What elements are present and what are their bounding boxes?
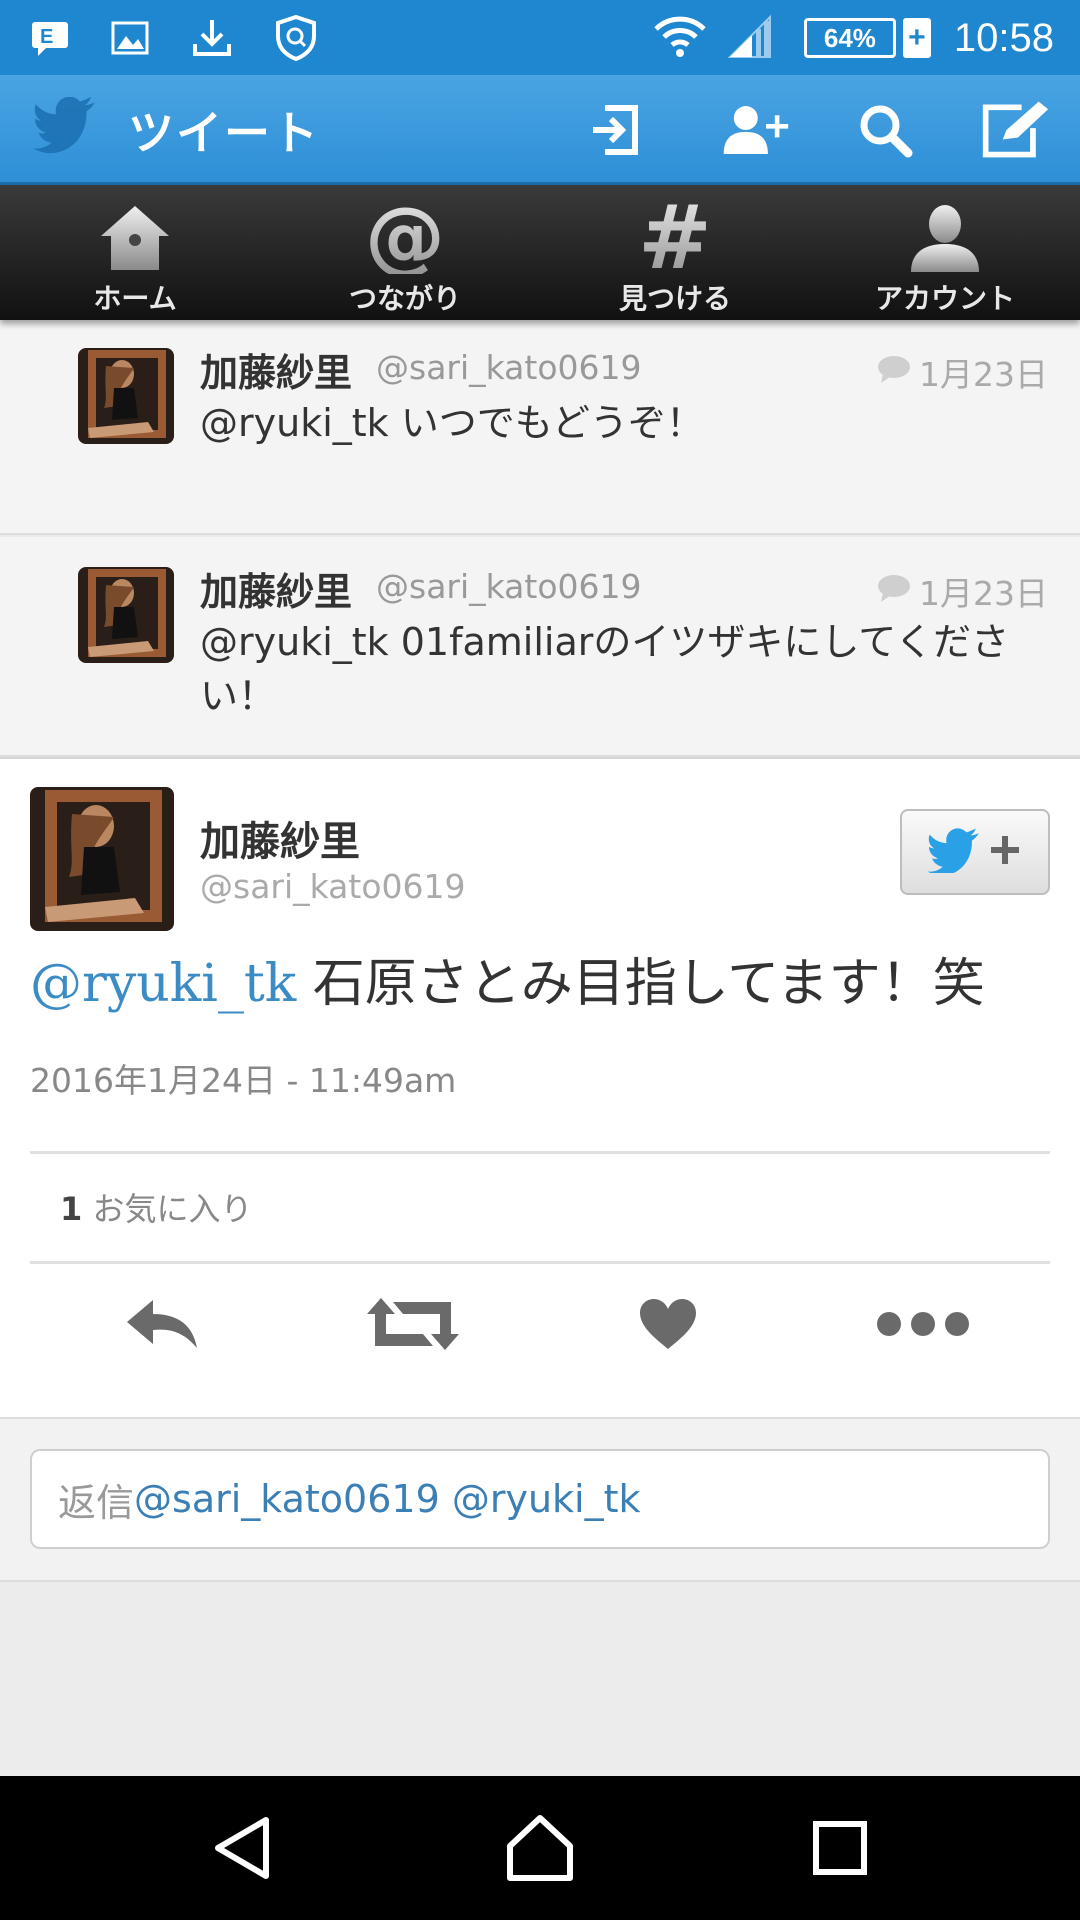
tweet-timestamp: 2016年1月24日 - 11:49am <box>30 1061 457 1100</box>
tweet-date-text: 1月23日 <box>919 355 1048 394</box>
search-icon[interactable] <box>850 97 920 163</box>
author-name: 加藤紗里 <box>200 570 353 614</box>
at-icon: @ <box>365 199 445 277</box>
divider <box>30 1261 1050 1264</box>
retweet-icon[interactable] <box>358 1279 468 1369</box>
account-icon <box>905 199 985 277</box>
twitter-bird-icon <box>927 827 982 877</box>
svg-text:@: @ <box>365 202 445 274</box>
battery-indicator: 64% + <box>803 18 931 58</box>
main-tweet: 加藤紗里 @sari_kato0619 @ryuki_tk 石原さとみ目指してま… <box>0 757 1080 1417</box>
notification-icons: E <box>30 14 318 66</box>
author-name: 加藤紗里 <box>200 819 360 865</box>
conversation-tweet[interactable]: 加藤紗里 @sari_kato0619 1月23日 @ryuki_tk いつでも… <box>0 320 1080 535</box>
charging-icon: + <box>902 18 931 58</box>
tab-label: アカウント <box>874 282 1015 315</box>
tab-account[interactable]: アカウント <box>810 185 1080 320</box>
compose-icon[interactable] <box>980 97 1050 163</box>
reply-bubble-icon <box>877 572 911 611</box>
back-icon[interactable] <box>192 1806 292 1890</box>
tab-bar: ホーム @ つながり # 見つける アカウント <box>0 185 1080 320</box>
reply-input[interactable]: 返信 @sari_kato0619 @ryuki_tk <box>30 1449 1050 1549</box>
status-bar: E 64% + 10:58 <box>0 0 1080 75</box>
signal-icon <box>726 13 774 63</box>
divider <box>30 1151 1050 1154</box>
tweet-text: @ryuki_tk 01familiarのイツザキにしてください！ <box>200 620 1010 718</box>
shield-icon <box>274 14 318 66</box>
reply-area: 返信 @sari_kato0619 @ryuki_tk <box>0 1417 1080 1582</box>
tab-label: 見つける <box>618 282 731 315</box>
tab-label: つながり <box>348 282 461 315</box>
sign-in-icon[interactable] <box>580 97 650 163</box>
favorite-label: お気に入り <box>82 1190 253 1228</box>
favorites-count[interactable]: 1 お気に入り <box>60 1184 252 1230</box>
author-handle: @sari_kato0619 <box>376 567 642 606</box>
avatar[interactable] <box>78 567 174 663</box>
action-bar: ツイート <box>0 75 1080 185</box>
recent-apps-icon[interactable] <box>790 1806 890 1890</box>
follow-button[interactable] <box>900 809 1050 895</box>
wifi-icon <box>652 13 708 63</box>
twitter-bird-icon[interactable] <box>30 96 100 161</box>
avatar[interactable] <box>30 787 174 931</box>
message-notification-icon: E <box>30 18 70 62</box>
tweet-date-text: 1月23日 <box>919 574 1048 613</box>
tweet-date: 1月23日 <box>877 348 1048 396</box>
home-nav-icon[interactable] <box>490 1806 590 1890</box>
plus-icon <box>988 833 1022 871</box>
favorite-heart-icon[interactable] <box>613 1279 723 1369</box>
reply-prefix: 返信 <box>58 1480 135 1525</box>
mention-link[interactable]: @ryuki_tk <box>30 954 296 1014</box>
author-handle: @sari_kato0619 <box>200 867 466 906</box>
navigation-bar <box>0 1776 1080 1920</box>
battery-percent: 64% <box>823 22 876 53</box>
tweet-body: 石原さとみ目指してます！笑 <box>296 954 985 1014</box>
favorite-number: 1 <box>60 1190 83 1228</box>
tab-discover[interactable]: # 見つける <box>540 185 810 320</box>
tab-connect[interactable]: @ つながり <box>270 185 540 320</box>
avatar[interactable] <box>78 348 174 444</box>
home-icon <box>95 199 175 277</box>
reply-bubble-icon <box>877 353 911 392</box>
more-options-icon[interactable] <box>868 1279 978 1369</box>
author-handle: @sari_kato0619 <box>376 348 642 387</box>
tab-home[interactable]: ホーム <box>0 185 270 320</box>
svg-text:E: E <box>40 26 53 48</box>
clock: 10:58 <box>953 15 1054 60</box>
svg-text:#: # <box>638 202 712 274</box>
download-icon <box>190 16 234 64</box>
conversation-tweet[interactable]: 加藤紗里 @sari_kato0619 1月23日 @ryuki_tk 01fa… <box>0 537 1080 757</box>
tweet-text: @ryuki_tk いつでもどうぞ！ <box>200 401 704 445</box>
add-user-icon[interactable] <box>720 97 790 163</box>
image-notification-icon <box>110 18 150 62</box>
reply-handles: @sari_kato0619 @ryuki_tk <box>134 1477 641 1521</box>
tweet-text: @ryuki_tk 石原さとみ目指してます！笑 <box>30 949 1060 1019</box>
hashtag-icon: # <box>635 199 715 277</box>
reply-icon[interactable] <box>107 1279 217 1369</box>
tab-label: ホーム <box>93 282 177 315</box>
tweet-actions <box>0 1279 1080 1369</box>
page-title: ツイート <box>128 106 320 160</box>
tweet-date: 1月23日 <box>877 567 1048 615</box>
author-name: 加藤紗里 <box>200 351 353 395</box>
